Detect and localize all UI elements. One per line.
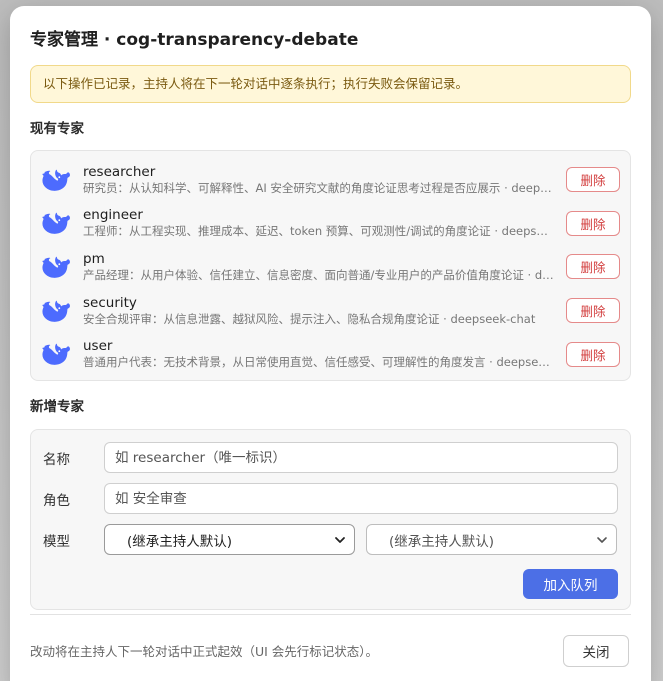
model-label: 模型 <box>43 533 70 550</box>
expert-description: 研究员：从认知科学、可解释性、AI 安全研究文献的角度论证思考过程是否应展示 ·… <box>83 180 554 195</box>
expert-info: pm 产品经理：从用户体验、信任建立、信息密度、面向普通/专业用户的产品价值角度… <box>83 251 554 283</box>
expert-row-pm: pm 产品经理：从用户体验、信任建立、信息密度、面向普通/专业用户的产品价值角度… <box>41 245 620 289</box>
expert-info: user 普通用户代表：无技术背景，从日常使用直觉、信任感受、可理解性的角度发言… <box>83 338 554 370</box>
role-label: 角色 <box>43 492 70 509</box>
whale-icon <box>41 252 71 282</box>
add-expert-form: 名称 角色 模型 (继承主持人默认) (继承主持人默认) 加入队列 <box>30 429 631 610</box>
role-input[interactable] <box>104 483 618 514</box>
footer-note: 改动将在主持人下一轮对话中正式起效（UI 会先行标记状态）。 <box>30 644 379 659</box>
expert-description: 产品经理：从用户体验、信任建立、信息密度、面向普通/专业用户的产品价值角度论证 … <box>83 267 554 282</box>
existing-experts-heading: 现有专家 <box>30 121 84 137</box>
expert-info: engineer 工程师：从工程实现、推理成本、延迟、token 预算、可观测性… <box>83 207 554 239</box>
expert-info: researcher 研究员：从认知科学、可解释性、AI 安全研究文献的角度论证… <box>83 164 554 196</box>
add-expert-heading: 新增专家 <box>30 399 84 415</box>
expert-name: researcher <box>83 163 156 180</box>
chevron-down-icon <box>596 534 608 546</box>
delete-expert-button[interactable]: 删除 <box>566 167 620 193</box>
expert-name: security <box>83 294 137 311</box>
model-row: 模型 (继承主持人默认) (继承主持人默认) <box>43 524 618 555</box>
expert-row-security: security 安全合规评审：从信息泄露、越狱风险、提示注入、隐私合规角度论证… <box>41 289 620 333</box>
chevron-down-icon <box>334 534 346 546</box>
expert-name: engineer <box>83 207 143 224</box>
add-to-queue-button[interactable]: 加入队列 <box>523 569 618 599</box>
delete-expert-button[interactable]: 删除 <box>566 341 620 367</box>
role-row: 角色 <box>43 483 618 514</box>
whale-icon <box>41 339 71 369</box>
model-select-value: (继承主持人默认) <box>127 533 233 550</box>
notice-banner: 以下操作已记录，主持人将在下一轮对话中逐条执行；执行失败会保留记录。 <box>30 65 631 103</box>
expert-row-user: user 普通用户代表：无技术背景，从日常使用直觉、信任感受、可理解性的角度发言… <box>41 332 620 376</box>
name-input[interactable] <box>104 442 618 473</box>
expert-name: user <box>83 338 113 355</box>
delete-expert-button[interactable]: 删除 <box>566 254 620 280</box>
expert-description: 普通用户代表：无技术背景，从日常使用直觉、信任感受、可理解性的角度发言 · de… <box>83 355 554 370</box>
footer-divider <box>30 614 631 615</box>
expert-list: researcher 研究员：从认知科学、可解释性、AI 安全研究文献的角度论证… <box>30 150 631 381</box>
secondary-model-select-value: (继承主持人默认) <box>389 533 495 550</box>
name-label: 名称 <box>43 451 70 468</box>
delete-expert-button[interactable]: 删除 <box>566 210 620 236</box>
expert-row-engineer: engineer 工程师：从工程实现、推理成本、延迟、token 预算、可观测性… <box>41 202 620 246</box>
whale-icon <box>41 296 71 326</box>
model-select[interactable]: (继承主持人默认) <box>104 524 355 555</box>
name-row: 名称 <box>43 442 618 473</box>
expert-info: security 安全合规评审：从信息泄露、越狱风险、提示注入、隐私合规角度论证… <box>83 295 554 327</box>
expert-management-dialog: 专家管理 · cog-transparency-debate 以下操作已记录，主… <box>10 6 651 681</box>
dialog-title: 专家管理 · cog-transparency-debate <box>30 30 359 50</box>
delete-expert-button[interactable]: 删除 <box>566 298 620 324</box>
whale-icon <box>41 208 71 238</box>
expert-description: 工程师：从工程实现、推理成本、延迟、token 预算、可观测性/调试的角度论证 … <box>83 224 554 239</box>
expert-row-researcher: researcher 研究员：从认知科学、可解释性、AI 安全研究文献的角度论证… <box>41 158 620 202</box>
close-button[interactable]: 关闭 <box>563 635 629 667</box>
secondary-model-select[interactable]: (继承主持人默认) <box>366 524 617 555</box>
expert-description: 安全合规评审：从信息泄露、越狱风险、提示注入、隐私合规角度论证 · deepse… <box>83 311 536 326</box>
whale-icon <box>41 165 71 195</box>
expert-name: pm <box>83 250 105 267</box>
